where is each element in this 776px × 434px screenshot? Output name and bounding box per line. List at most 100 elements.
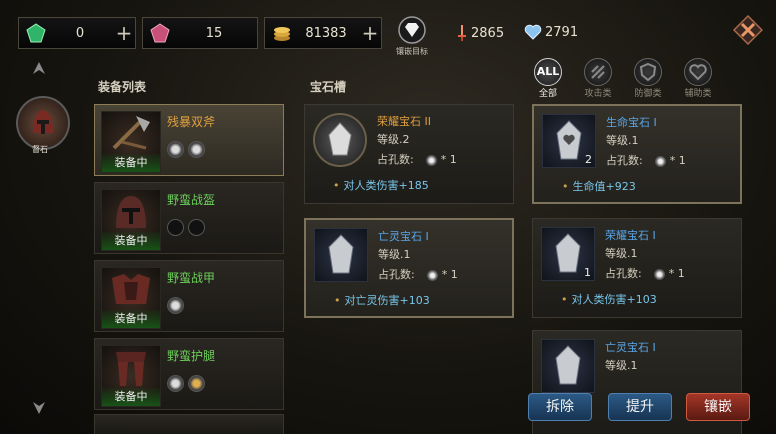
gem-slot-icon [313, 113, 367, 167]
filter-attack[interactable]: 攻击类 [581, 58, 615, 99]
socket-gold-icon [188, 375, 205, 392]
holes-value: * 1 [441, 268, 458, 281]
all-filter-icon: ALL [534, 58, 562, 86]
equipment-item[interactable]: 装备中 残暴双斧 [94, 104, 284, 176]
gem-inventory-card-selected[interactable]: 2 生命宝石 I 等级.1 占孔数: * 1 生命值+923 [532, 104, 742, 204]
gem-holes: 占孔数: * 1 [377, 151, 457, 167]
scroll-down-arrow-icon[interactable] [32, 398, 46, 416]
diamond-target-icon [398, 16, 426, 44]
equipment-name: 残暴双斧 [167, 115, 216, 129]
hole-icon [425, 154, 437, 166]
gem-slot-card[interactable]: 荣耀宝石 II 等级.2 占孔数: * 1 对人类伤害+185 [304, 104, 514, 204]
socket-filled-icon [167, 375, 184, 392]
pink-gem-value: 15 [205, 25, 223, 41]
socket-filled-icon [188, 141, 205, 158]
gem-name: 生命宝石 I [606, 116, 657, 129]
gem-sockets [167, 141, 205, 158]
hole-icon [426, 269, 438, 281]
holes-label: 占孔数: [606, 154, 643, 167]
gem-sockets [167, 375, 205, 392]
filter-label: 攻击类 [584, 89, 612, 99]
gem-count: 1 [584, 266, 591, 279]
gem-bonus: 对人类伤害+103 [561, 291, 657, 307]
gem-bonus: 生命值+923 [562, 178, 636, 194]
equipped-badge: 装备中 [102, 154, 160, 172]
equipment-list-title: 装备列表 [98, 80, 147, 94]
gem-level: 等级.1 [378, 248, 411, 261]
gem-level: 等级.1 [605, 247, 638, 260]
gem-holes: 占孔数: * 1 [605, 265, 685, 281]
gem-inventory-card[interactable]: 1 荣耀宝石 I 等级.1 占孔数: * 1 对人类伤害+103 [532, 218, 742, 318]
inlay-button[interactable]: 镶嵌 [686, 393, 750, 421]
inlay-target-label: 镶嵌目标 [396, 47, 428, 56]
equipped-badge: 装备中 [102, 310, 160, 328]
equipment-item[interactable]: 装备中 野蛮护腿 [94, 338, 284, 410]
equipment-name: 野蛮护腿 [167, 349, 216, 363]
armor-icon [112, 274, 150, 304]
gem-holes: 占孔数: * 1 [606, 152, 686, 168]
equipment-thumbnail: 装备中 [101, 111, 161, 173]
holes-value: * 1 [669, 154, 686, 167]
filter-defense[interactable]: 防御类 [631, 58, 665, 99]
heart-filter-icon [684, 58, 712, 86]
equipment-item[interactable]: 装备中 野蛮战甲 [94, 260, 284, 332]
gem-icon: 2 [542, 114, 596, 168]
equipment-name: 野蛮战盔 [167, 193, 216, 207]
sword-icon [458, 25, 466, 41]
filter-label: 防御类 [634, 89, 662, 99]
socket-filled-icon [167, 297, 184, 314]
health-stat: 2791 [524, 24, 578, 40]
warrior-helmet-icon [33, 110, 53, 134]
hero-avatar[interactable] [16, 96, 70, 150]
filter-all[interactable]: ALL 全部 [531, 58, 565, 99]
equipment-item[interactable]: 装备中 野蛮战盔 [94, 182, 284, 254]
holes-label: 占孔数: [377, 153, 414, 166]
hole-icon [653, 268, 665, 280]
equipment-item-partial [94, 414, 284, 434]
leg-armor-icon [116, 352, 146, 386]
gem-icon: 1 [541, 227, 595, 281]
filter-support[interactable]: 辅助类 [681, 58, 715, 99]
equipment-thumbnail: 装备中 [101, 189, 161, 251]
shield-filter-icon [634, 58, 662, 86]
upgrade-button[interactable]: 提升 [608, 393, 672, 421]
socket-filled-icon [167, 141, 184, 158]
undead-gem-icon [555, 345, 581, 385]
gem-sockets [167, 297, 184, 314]
gem-name: 亡灵宝石 I [605, 341, 656, 354]
attack-value: 2865 [471, 25, 505, 41]
green-gem-counter: 0 + [18, 17, 136, 49]
close-button[interactable] [732, 14, 764, 46]
gold-value: 81383 [305, 25, 347, 41]
equipped-badge: 装备中 [102, 388, 160, 406]
add-gold-button[interactable]: + [359, 21, 381, 45]
gold-counter: 81383 + [264, 17, 382, 49]
glory-gem-icon [328, 122, 352, 156]
gold-coins-icon [274, 27, 290, 41]
socket-empty-icon [188, 219, 205, 236]
gem-name: 荣耀宝石 I [605, 229, 656, 242]
inlay-target-button[interactable]: 镶嵌目标 [390, 16, 434, 57]
helmet-icon [116, 196, 146, 228]
gem-slot-icon [314, 228, 368, 282]
gem-bonus: 对亡灵伤害+103 [334, 292, 430, 308]
holes-label: 占孔数: [378, 268, 415, 281]
equipment-name: 野蛮战甲 [167, 271, 216, 285]
gem-slot-card-selected[interactable]: 亡灵宝石 I 等级.1 占孔数: * 1 对亡灵伤害+103 [304, 218, 514, 318]
add-green-gem-button[interactable]: + [113, 21, 135, 45]
attack-filter-icon [584, 58, 612, 86]
close-icon [732, 14, 764, 46]
socket-empty-icon [167, 219, 184, 236]
gem-icon [541, 339, 595, 393]
gem-level: 等级.2 [377, 133, 410, 146]
holes-value: * 1 [668, 267, 685, 280]
scroll-up-arrow-icon[interactable] [32, 60, 46, 78]
filter-label: 全部 [538, 89, 557, 99]
equipment-thumbnail: 装备中 [101, 345, 161, 407]
remove-button[interactable]: 拆除 [528, 393, 592, 421]
equipped-badge: 装备中 [102, 232, 160, 250]
attack-stat: 2865 [456, 24, 504, 42]
green-gem-value: 0 [75, 25, 85, 41]
gem-sockets [167, 219, 205, 236]
axes-icon [112, 116, 150, 150]
